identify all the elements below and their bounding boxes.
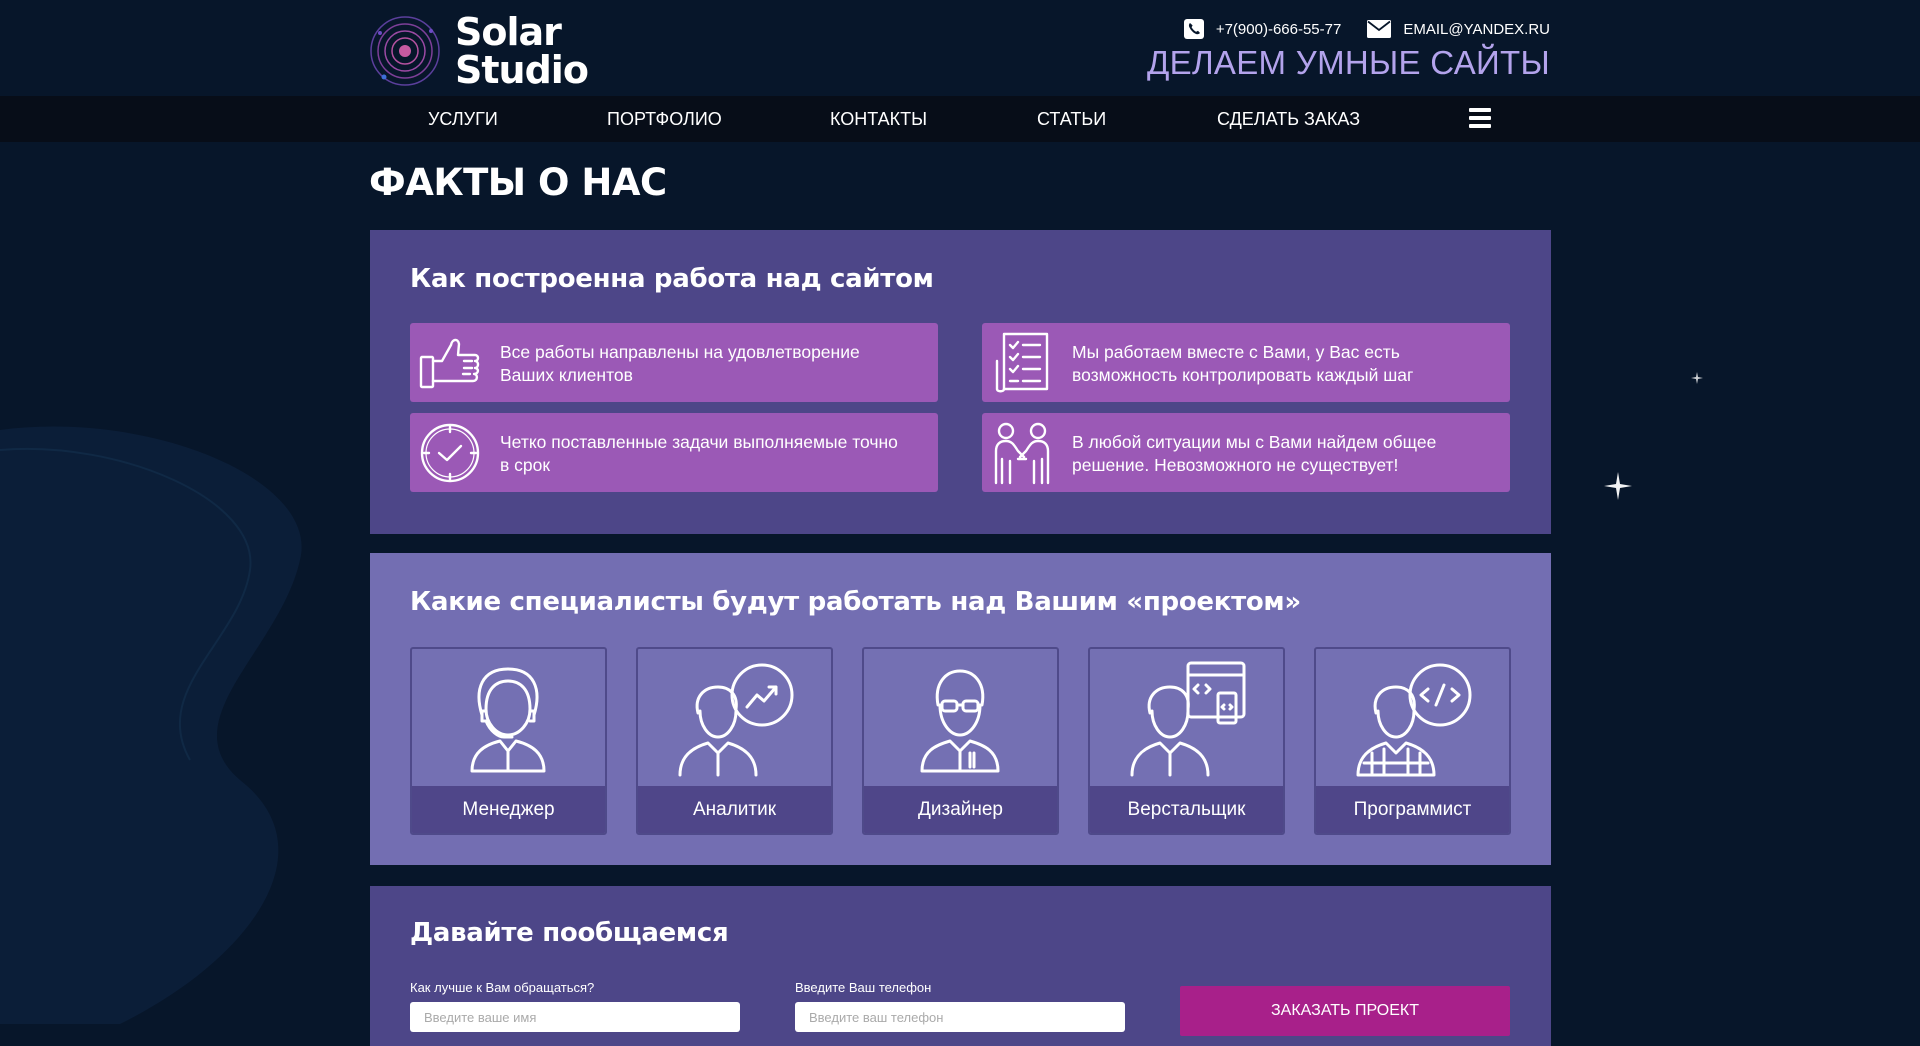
designer-glasses-icon xyxy=(920,669,1000,773)
programmer-code-icon xyxy=(1356,663,1472,777)
nav-item-make-order[interactable]: СДЕЛАТЬ ЗАКАЗ xyxy=(1217,109,1360,130)
phone-contact[interactable]: +7(900)-666-55-77 xyxy=(1183,19,1342,39)
nav-item-portfolio[interactable]: ПОРТФОЛИО xyxy=(607,109,722,130)
fact-card: Мы работаем вместе с Вами, у Вас есть во… xyxy=(982,323,1510,402)
phone-number: +7(900)-666-55-77 xyxy=(1215,20,1342,38)
thumbs-up-icon xyxy=(419,338,480,389)
email-contact[interactable]: EMAIL@YANDEX.RU xyxy=(1367,20,1550,38)
specialist-card[interactable]: Аналитик xyxy=(636,647,833,835)
brand-name: Solar Studio xyxy=(455,10,589,92)
specialist-card[interactable]: Программист xyxy=(1314,647,1511,835)
hamburger-menu-icon[interactable] xyxy=(1469,108,1491,128)
specialist-card[interactable]: Менеджер xyxy=(410,647,607,835)
contact-form-section: Давайте пообщаемся Как лучше к Вам обращ… xyxy=(370,886,1551,1046)
specialists-section: Какие специалисты будут работать над Ваш… xyxy=(370,553,1551,865)
specialist-card[interactable]: Верстальщик xyxy=(1088,647,1285,835)
specialist-label: Верстальщик xyxy=(1090,786,1283,833)
brand-line-2: Studio xyxy=(455,48,589,92)
nav-item-articles[interactable]: СТАТЬИ xyxy=(1037,109,1106,130)
section-title: Как построенна работа над сайтом xyxy=(410,264,934,294)
fact-text: Все работы направлены на удовлетворение … xyxy=(500,342,860,385)
page-title: ФАКТЫ О НАС xyxy=(369,161,667,204)
checklist-icon xyxy=(995,332,1049,393)
brand-line-1: Solar xyxy=(455,10,562,54)
nav-item-contacts[interactable]: КОНТАКТЫ xyxy=(830,109,927,130)
email-address: EMAIL@YANDEX.RU xyxy=(1403,20,1550,38)
section-title: Давайте пообщаемся xyxy=(410,918,729,948)
fact-text: В любой ситуации мы с Вами найдем общее … xyxy=(1072,432,1437,475)
fact-card: Четко поставленные задачи выполняемые то… xyxy=(410,413,938,492)
star-icon xyxy=(1604,372,1703,500)
header-contacts: +7(900)-666-55-77 EMAIL@YANDEX.RU xyxy=(1183,19,1550,39)
phone-field-label: Введите Ваш телефон xyxy=(795,980,932,995)
orbit-logo-icon xyxy=(370,16,440,86)
name-input[interactable] xyxy=(410,1002,740,1032)
manager-headset-icon xyxy=(470,667,546,773)
specialist-card[interactable]: Дизайнер xyxy=(862,647,1059,835)
phone-icon xyxy=(1183,19,1204,39)
fact-card: В любой ситуации мы с Вами найдем общее … xyxy=(982,413,1510,492)
order-project-button[interactable]: ЗАКАЗАТЬ ПРОЕКТ xyxy=(1180,986,1510,1036)
specialist-label: Программист xyxy=(1316,786,1509,833)
specialist-label: Аналитик xyxy=(638,786,831,833)
envelope-icon xyxy=(1367,20,1392,38)
site-header: Solar Studio +7(900)-666-55-77 EMAIL@YAN… xyxy=(0,0,1920,96)
coder-layout-icon xyxy=(1130,661,1246,777)
fact-card: Все работы направлены на удовлетворение … xyxy=(410,323,938,402)
work-process-section: Как построенна работа над сайтом Все раб… xyxy=(370,230,1551,534)
site-tagline: ДЕЛАЕМ УМНЫЕ САЙТЫ xyxy=(1147,44,1550,81)
section-title: Какие специалисты будут работать над Ваш… xyxy=(410,587,1301,617)
specialist-label: Менеджер xyxy=(412,786,605,833)
phone-input[interactable] xyxy=(795,1002,1125,1032)
name-field-label: Как лучше к Вам обращаться? xyxy=(410,980,595,995)
main-navigation: УСЛУГИ ПОРТФОЛИО КОНТАКТЫ СТАТЬИ СДЕЛАТЬ… xyxy=(0,96,1920,142)
nav-item-services[interactable]: УСЛУГИ xyxy=(428,109,498,130)
clock-check-icon xyxy=(420,423,480,483)
handshake-people-icon xyxy=(994,422,1050,485)
specialist-label: Дизайнер xyxy=(864,786,1057,833)
brand-logo[interactable]: Solar Studio xyxy=(369,13,589,89)
fact-text: Четко поставленные задачи выполняемые то… xyxy=(500,432,898,475)
fact-text: Мы работаем вместе с Вами, у Вас есть во… xyxy=(1072,342,1414,385)
analyst-chart-icon xyxy=(678,663,794,777)
